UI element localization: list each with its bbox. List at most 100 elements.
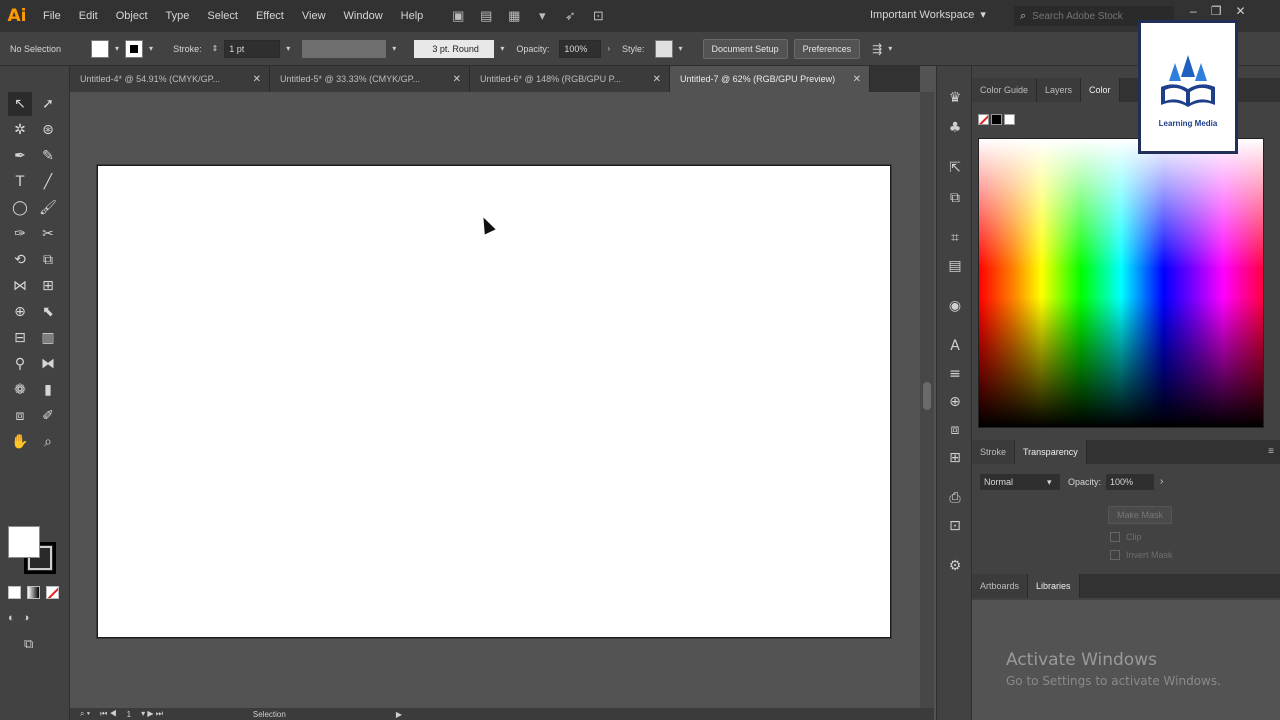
variable-width-profile[interactable]	[302, 39, 387, 58]
chevron-down-icon[interactable]: ▾	[149, 44, 153, 53]
tab-untitled-5[interactable]: Untitled-5* @ 33.33% (CMYK/GP... ✕	[270, 66, 470, 92]
menu-help[interactable]: Help	[392, 0, 433, 32]
menu-object[interactable]: Object	[107, 0, 157, 32]
fill-color-box[interactable]	[8, 526, 40, 558]
links-icon[interactable]: ⎙	[945, 488, 965, 508]
type-tool-icon[interactable]: T	[8, 170, 32, 194]
character-icon[interactable]: A	[945, 336, 965, 356]
asset-export-icon[interactable]: ⧉	[945, 188, 965, 208]
hand-tool-icon[interactable]: ✋	[8, 430, 32, 454]
column-graph-tool-icon[interactable]: ▮	[36, 378, 60, 402]
slice-tool-icon[interactable]: ✐	[36, 404, 60, 428]
arrange-documents-icon[interactable]: ▦	[506, 8, 522, 24]
artboard-nav-next-icon[interactable]: ▾ ▶ ⏭	[141, 709, 163, 719]
chevron-down-icon[interactable]: ▾	[888, 44, 892, 53]
scale-tool-icon[interactable]: ⧉	[36, 248, 60, 272]
appearance-icon[interactable]: ◉	[945, 296, 965, 316]
restore-icon[interactable]: ❐	[1211, 4, 1222, 18]
tab-untitled-6[interactable]: Untitled-6* @ 148% (RGB/GPU P... ✕	[470, 66, 670, 92]
menu-type[interactable]: Type	[157, 0, 199, 32]
menu-window[interactable]: Window	[335, 0, 392, 32]
menu-select[interactable]: Select	[198, 0, 247, 32]
tab-untitled-4[interactable]: Untitled-4* @ 54.91% (CMYK/GP... ✕	[70, 66, 270, 92]
brush-definition[interactable]: 3 pt. Round	[414, 39, 495, 58]
magic-wand-tool-icon[interactable]: ✲	[8, 118, 32, 142]
paintbrush-tool-icon[interactable]: 🖌	[36, 196, 60, 220]
make-mask-button[interactable]: Make Mask	[1108, 506, 1172, 524]
menu-view[interactable]: View	[293, 0, 335, 32]
close-icon[interactable]: ✕	[453, 74, 461, 85]
transparency-opacity-field[interactable]: 100%	[1106, 474, 1154, 490]
preferences-button[interactable]: Preferences	[793, 38, 861, 59]
shape-builder-tool-icon[interactable]: ⊕	[8, 300, 32, 324]
menu-file[interactable]: File	[34, 0, 70, 32]
align-icon[interactable]: ⊞	[945, 448, 965, 468]
draw-inside-icon[interactable]: ◑	[23, 612, 30, 624]
width-tool-icon[interactable]: ⋈	[8, 274, 32, 298]
close-icon[interactable]: ✕	[253, 74, 261, 85]
properties-icon[interactable]: ▤	[945, 256, 965, 276]
selection-tool-icon[interactable]: ↖	[8, 92, 32, 116]
tab-color-guide[interactable]: Color Guide	[972, 78, 1038, 102]
stroke-weight-field[interactable]: 1 pt	[224, 39, 281, 58]
close-icon[interactable]: ✕	[1235, 4, 1245, 18]
arrange-icon[interactable]: ⇶	[872, 42, 882, 56]
pen-tool-icon[interactable]: ✒	[8, 144, 32, 168]
tab-transparency[interactable]: Transparency	[1015, 440, 1087, 464]
free-transform-tool-icon[interactable]: ⊞	[36, 274, 60, 298]
status-tool[interactable]: Selection	[253, 710, 286, 719]
brushes-icon[interactable]: ♛	[945, 88, 965, 108]
document-canvas[interactable]	[70, 92, 920, 708]
bridge-icon[interactable]: ▣	[450, 8, 466, 24]
none-swatch[interactable]	[978, 114, 989, 125]
close-icon[interactable]: ✕	[853, 74, 861, 85]
graphic-style-swatch[interactable]	[654, 39, 673, 58]
chevron-right-icon[interactable]: ›	[1160, 476, 1163, 487]
symbols-icon[interactable]: ♣	[945, 118, 965, 138]
fill-swatch[interactable]	[91, 39, 110, 58]
close-icon[interactable]: ✕	[653, 74, 661, 85]
menu-effect[interactable]: Effect	[247, 0, 293, 32]
none-mode-icon[interactable]	[46, 586, 59, 599]
direct-selection-tool-icon[interactable]: ➚	[36, 92, 60, 116]
perspective-grid-tool-icon[interactable]: ⊟	[8, 326, 32, 350]
menu-edit[interactable]: Edit	[70, 0, 107, 32]
change-screen-mode-icon[interactable]: ⧉	[24, 636, 33, 652]
export-icon[interactable]: ⇱	[945, 158, 965, 178]
image-trace-icon[interactable]: ⊡	[945, 516, 965, 536]
tab-untitled-7[interactable]: Untitled-7 @ 62% (RGB/GPU Preview) ✕	[670, 66, 870, 92]
transform-icon[interactable]: ⌗	[945, 228, 965, 248]
color-spectrum[interactable]	[978, 138, 1264, 428]
white-swatch[interactable]	[1004, 114, 1015, 125]
paragraph-icon[interactable]: ≡	[945, 364, 965, 384]
scrollbar-thumb[interactable]	[923, 382, 931, 410]
live-paint-tool-icon[interactable]: ⬉	[36, 300, 60, 324]
stroke-swatch[interactable]	[125, 39, 144, 58]
stock-icon[interactable]: ▤	[478, 8, 494, 24]
chevron-right-icon[interactable]: ›	[607, 44, 610, 53]
globe-icon[interactable]: ⊕	[945, 392, 965, 412]
chevron-down-icon[interactable]: ▾	[500, 44, 504, 53]
tab-libraries[interactable]: Libraries	[1028, 574, 1080, 598]
line-tool-icon[interactable]: ╱	[36, 170, 60, 194]
sync-icon[interactable]: ⊡	[590, 8, 606, 24]
panel-menu-icon[interactable]: ≡	[1268, 446, 1274, 457]
ellipse-tool-icon[interactable]: ◯	[8, 196, 32, 220]
tab-artboards[interactable]: Artboards	[972, 574, 1029, 598]
shaper-tool-icon[interactable]: ✑	[8, 222, 32, 246]
invert-mask-checkbox[interactable]: Invert Mask	[1110, 550, 1173, 560]
tab-stroke[interactable]: Stroke	[972, 440, 1016, 464]
gradient-mode-icon[interactable]	[27, 586, 40, 599]
workspace-switcher[interactable]: Important Workspace ▾	[870, 8, 986, 21]
chevron-down-icon[interactable]: ▾	[679, 44, 683, 53]
document-setup-button[interactable]: Document Setup	[702, 38, 788, 59]
blend-mode-select[interactable]: Normal ▾	[980, 474, 1060, 490]
chevron-down-icon[interactable]: ▾	[115, 44, 119, 53]
zoom-level-control[interactable]: ⌕ ▾	[80, 709, 90, 719]
stepper-icon[interactable]: ⇕	[212, 44, 219, 53]
curvature-tool-icon[interactable]: ✎	[36, 144, 60, 168]
blend-tool-icon[interactable]: ⧓	[36, 352, 60, 376]
color-mode-icon[interactable]	[8, 586, 21, 599]
lasso-tool-icon[interactable]: ⊛	[36, 118, 60, 142]
symbol-sprayer-tool-icon[interactable]: ❁	[8, 378, 32, 402]
